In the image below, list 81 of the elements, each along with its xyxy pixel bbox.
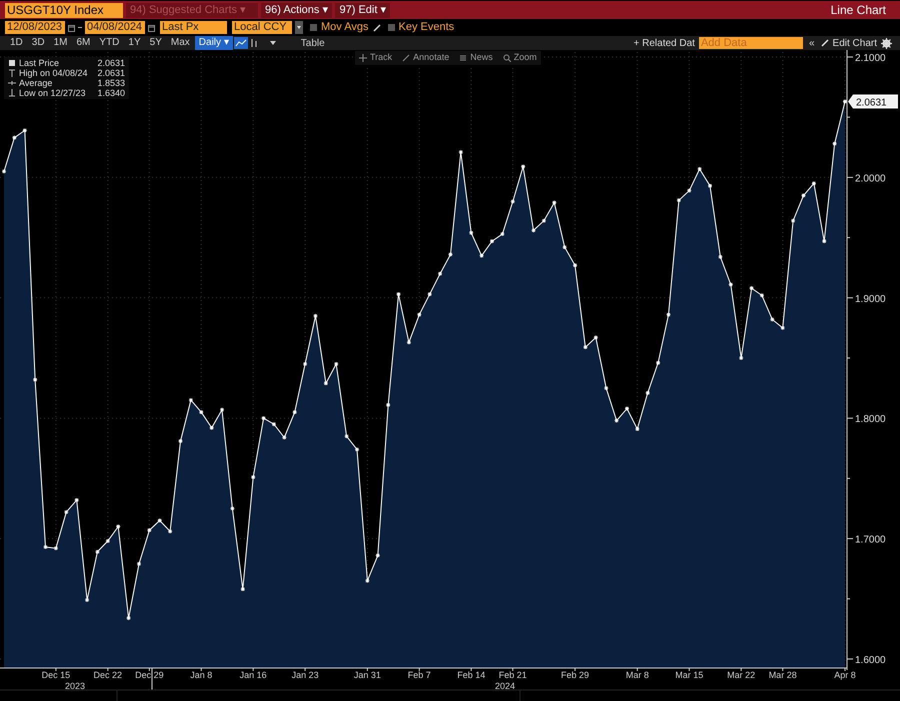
year-label: 2024 <box>494 681 516 691</box>
x-tick-label: Mar 22 <box>727 670 756 680</box>
x-tick-label: Mar 28 <box>768 670 797 680</box>
x-tick-label: Jan 23 <box>292 670 319 680</box>
y-tick-label: 1.7000 <box>855 534 886 546</box>
period-button[interactable]: 6M <box>72 36 94 50</box>
start-date-field[interactable]: 12/08/2023 <box>5 21 65 34</box>
x-tick-label: Feb 21 <box>498 670 527 680</box>
related-data-button[interactable]: + Related Dat <box>634 36 695 50</box>
x-tick-label: Dec 29 <box>135 670 164 680</box>
chart-tool-button[interactable]: Track <box>370 51 392 64</box>
period-button[interactable]: 5Y <box>146 36 166 50</box>
legend-label: Last Price <box>19 58 60 68</box>
high-marker-icon <box>8 69 16 77</box>
period-button[interactable]: Daily ▾ <box>194 36 233 50</box>
option-label[interactable]: Key Events <box>398 19 454 36</box>
year-label: 2023 <box>64 681 86 691</box>
pencil-icon[interactable] <box>372 24 380 32</box>
menu-button[interactable]: 97) Edit ▾ <box>335 2 390 18</box>
settings-icon[interactable] <box>881 38 892 48</box>
line-chart-icon[interactable] <box>234 37 248 49</box>
currency-select[interactable]: Local CCY <box>232 21 292 34</box>
x-tick-label: Dec 15 <box>42 670 70 680</box>
legend-value: 2.0631 <box>97 68 125 78</box>
x-tick-label: Dec 22 <box>94 670 122 680</box>
legend-label: Average <box>19 78 52 88</box>
square-marker-icon <box>8 59 16 67</box>
period-button[interactable]: 1M <box>50 36 72 50</box>
legend-label: High on 04/08/24 <box>19 68 88 78</box>
legend-value: 2.0631 <box>97 58 125 68</box>
date-separator <box>78 27 82 28</box>
x-tick-label: Apr 8 <box>834 670 856 680</box>
view-title: Line Chart <box>830 2 886 19</box>
dropdown-icon[interactable] <box>295 21 303 34</box>
legend-value: 1.8533 <box>97 78 125 88</box>
calendar-icon[interactable] <box>68 24 75 32</box>
period-button[interactable]: YTD <box>95 36 124 50</box>
calendar-icon[interactable] <box>148 24 155 32</box>
security-field[interactable]: USGGT10Y Index <box>5 2 123 18</box>
legend-value: 1.6340 <box>97 88 125 98</box>
checkbox[interactable] <box>310 24 317 31</box>
period-button[interactable]: 1D <box>6 36 27 50</box>
period-button[interactable]: 1Y <box>124 36 145 50</box>
search-icon <box>502 54 511 62</box>
low-marker-icon <box>8 89 16 97</box>
x-tick-label: Jan 31 <box>354 670 381 680</box>
last-value-tag: 2.0631 <box>848 94 898 109</box>
period-button[interactable]: 3D <box>28 36 49 50</box>
y-tick-label: 2.1000 <box>855 53 886 64</box>
option-label[interactable]: Mov Avgs <box>321 19 368 36</box>
dropdown-icon[interactable] <box>270 41 276 45</box>
x-tick-label: Jan 8 <box>190 670 212 680</box>
y-tick-label: 1.6000 <box>855 655 886 666</box>
collapse-button[interactable]: « <box>806 36 817 50</box>
y-tick-label: 1.8000 <box>855 414 886 426</box>
y-tick-label: 1.9000 <box>855 294 886 305</box>
chart-tool-button[interactable]: News <box>470 51 493 64</box>
x-tick-label: Mar 15 <box>675 670 704 680</box>
bar-chart-icon[interactable] <box>248 38 259 48</box>
pencil-icon[interactable] <box>820 39 829 47</box>
pencil-icon <box>402 54 410 62</box>
y-tick-label: 2.0000 <box>855 173 886 184</box>
menu-button[interactable]: 96) Actions ▾ <box>261 2 332 18</box>
news-icon <box>459 54 468 62</box>
x-tick-label: Jan 16 <box>240 670 267 680</box>
x-tick-label: Mar 8 <box>626 670 649 680</box>
checkbox[interactable] <box>388 24 394 31</box>
x-tick-label: Feb 7 <box>408 670 431 680</box>
x-tick-label: Feb 14 <box>457 670 486 680</box>
legend-label: Low on 12/27/23 <box>19 88 86 98</box>
x-tick-label: Feb 29 <box>561 670 590 680</box>
add-data-field[interactable]: Add Data <box>698 37 803 49</box>
chart-tool-button[interactable]: Zoom <box>514 51 537 64</box>
edit-chart-button[interactable]: Edit Chart <box>832 36 877 50</box>
chart-tool-button[interactable]: Annotate <box>413 51 450 64</box>
crosshair-icon <box>359 54 367 62</box>
table-button[interactable]: Table <box>292 36 333 50</box>
average-marker-icon <box>8 79 16 87</box>
period-button[interactable]: Max <box>166 36 194 50</box>
end-date-field[interactable]: 04/08/2024 <box>85 21 145 34</box>
field-select[interactable]: Last Px <box>160 21 227 34</box>
